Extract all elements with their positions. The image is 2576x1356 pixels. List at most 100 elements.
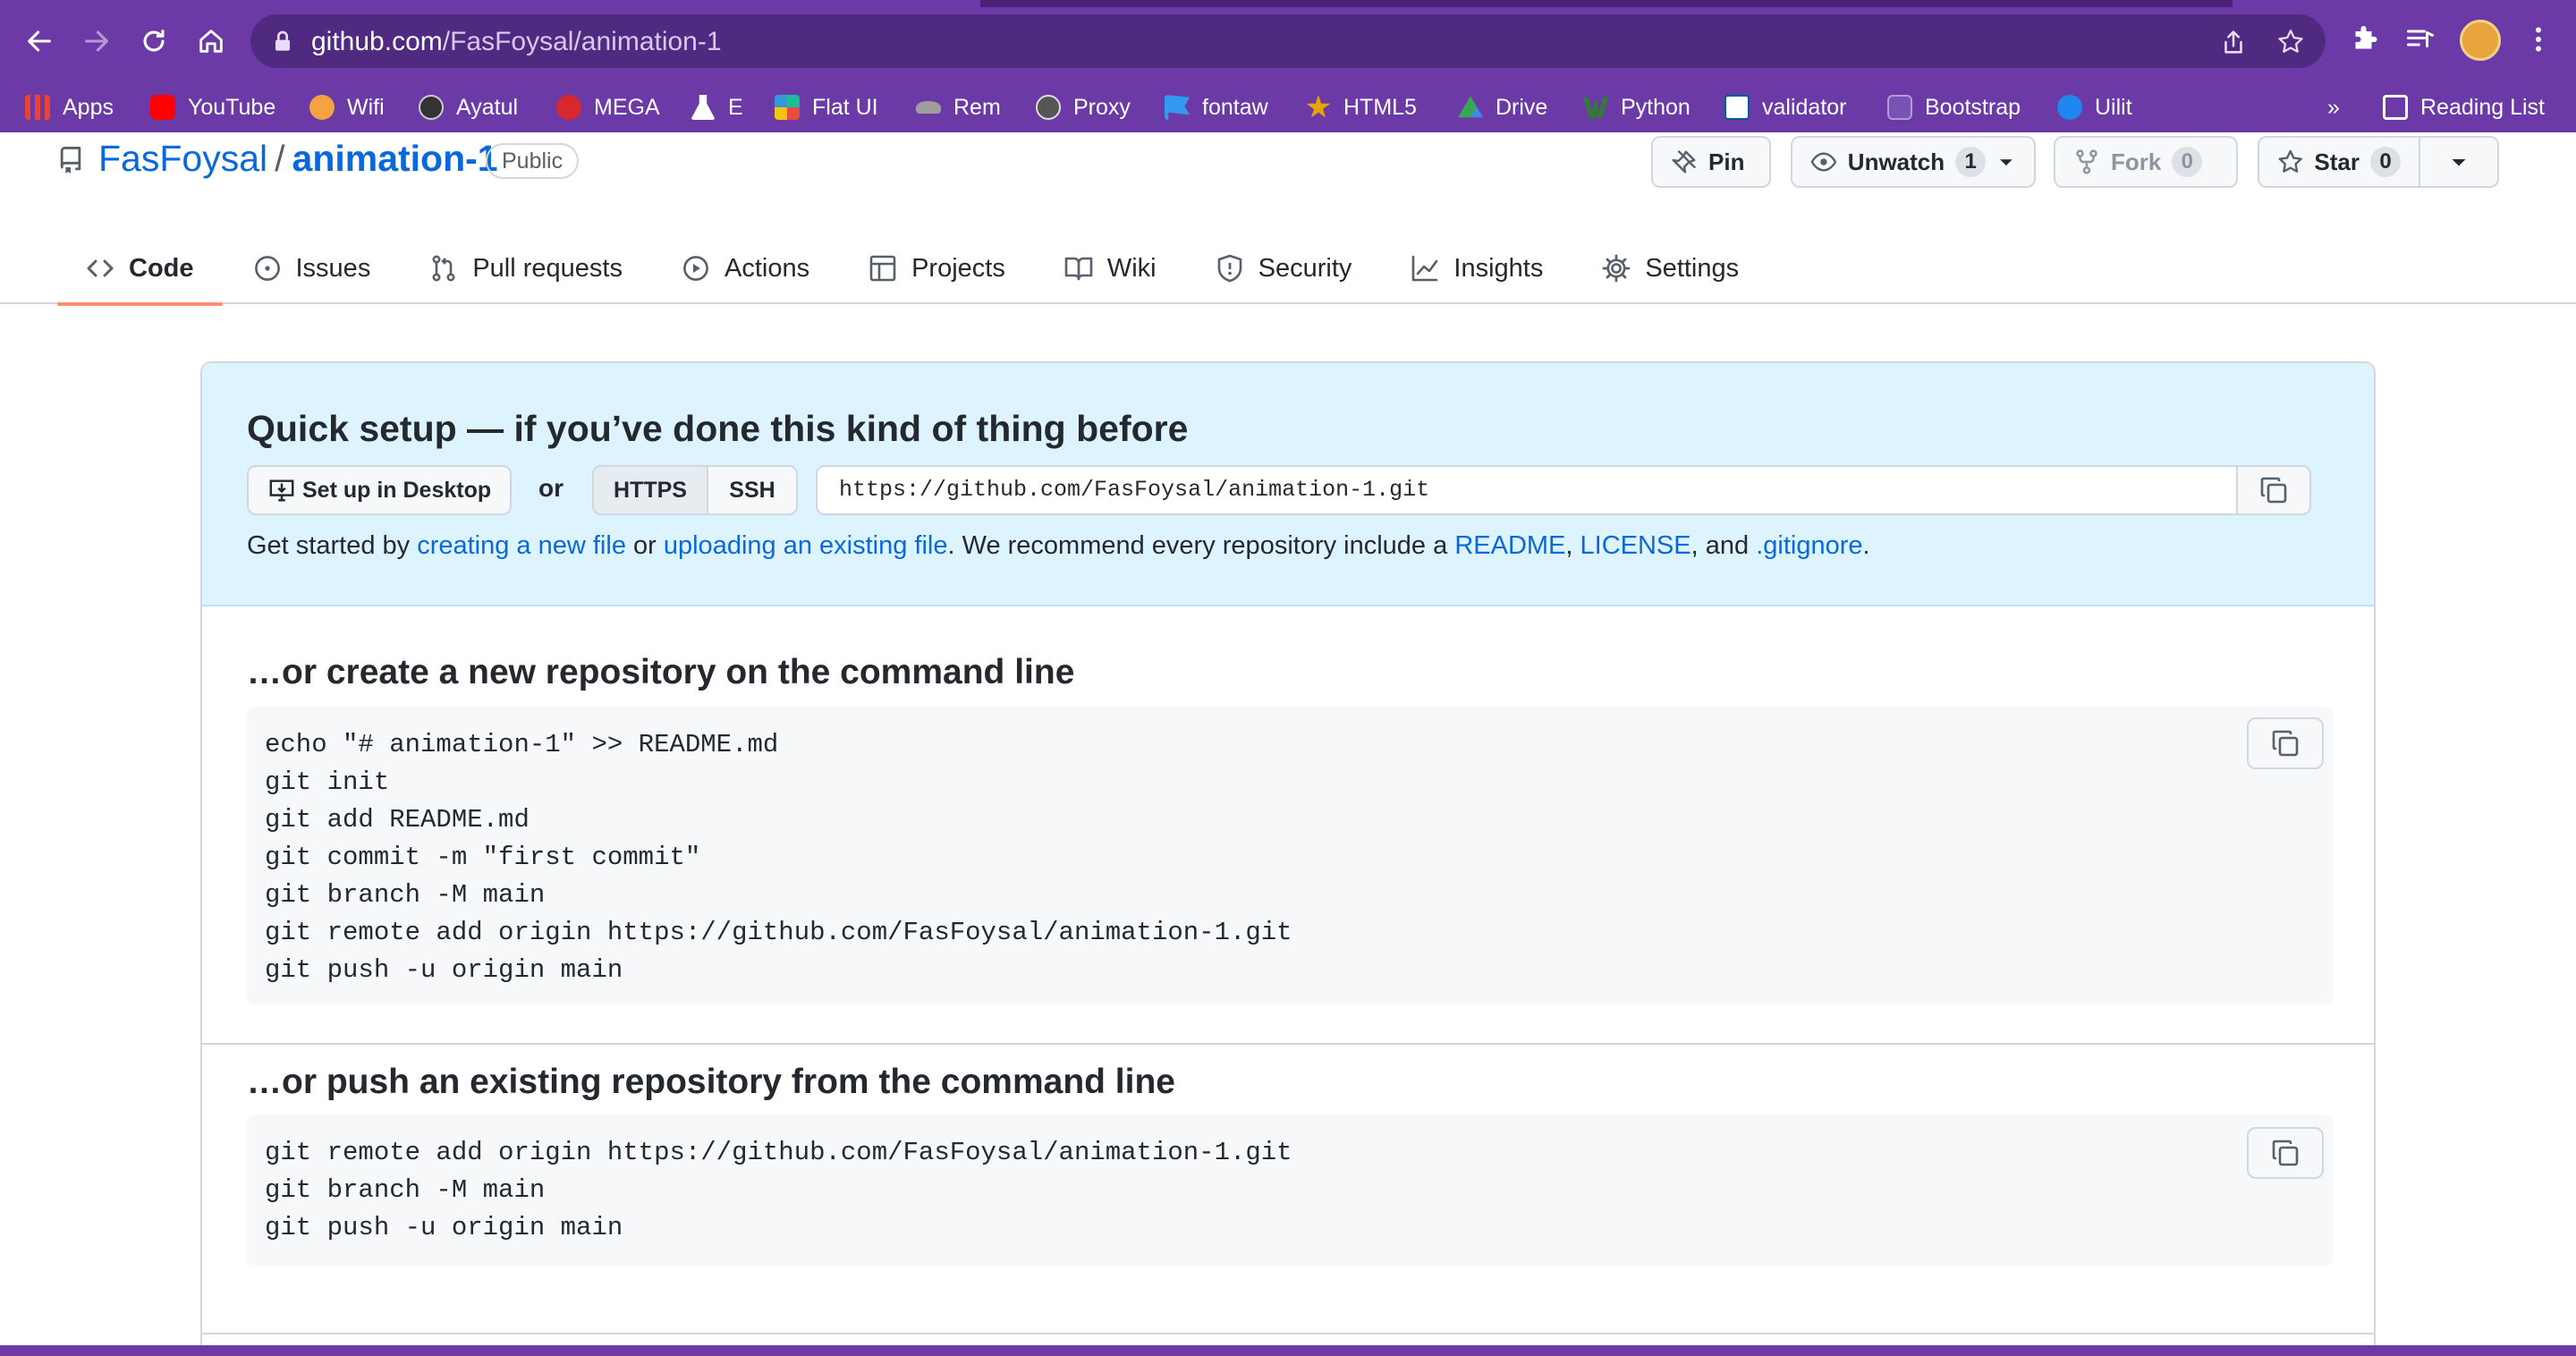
youtube-icon bbox=[150, 95, 175, 120]
fork-count: 0 bbox=[2172, 147, 2203, 177]
bookmark-rem[interactable]: Rem bbox=[916, 91, 1001, 123]
bookmark-wifi[interactable]: Wifi bbox=[309, 91, 385, 123]
home-icon bbox=[199, 30, 223, 53]
extensions-button[interactable] bbox=[2347, 21, 2383, 57]
copy-icon bbox=[2260, 477, 2287, 504]
browser-menu-button[interactable] bbox=[2521, 21, 2556, 57]
bookmark-drive[interactable]: Drive bbox=[1458, 91, 1547, 123]
repo-title: FasFoysal / animation-1 bbox=[98, 138, 498, 180]
bookmark-youtube[interactable]: YouTube bbox=[150, 91, 275, 123]
profile-avatar[interactable] bbox=[2460, 20, 2501, 61]
bootstrap-icon bbox=[1887, 95, 1912, 120]
license-link[interactable]: LICENSE bbox=[1580, 531, 1691, 560]
drive-icon bbox=[1458, 96, 1483, 118]
star-button[interactable]: Star 0 bbox=[2258, 136, 2420, 188]
bookmarks-overflow-button[interactable]: » bbox=[2327, 91, 2340, 123]
star-icon bbox=[1306, 95, 1331, 118]
push-existing-code-block: git remote add origin https://github.com… bbox=[247, 1114, 2333, 1267]
star-list-dropdown[interactable] bbox=[2419, 136, 2499, 188]
create-new-file-link[interactable]: creating a new file bbox=[417, 531, 626, 560]
media-control-button[interactable] bbox=[2402, 21, 2438, 57]
code-line: git remote add origin https://github.com… bbox=[265, 1138, 1292, 1167]
tab-security[interactable]: Security bbox=[1187, 233, 1381, 304]
ayatul-icon bbox=[419, 95, 444, 120]
https-toggle[interactable]: HTTPS bbox=[592, 465, 708, 515]
eye-icon bbox=[1810, 152, 1837, 172]
readme-link[interactable]: README bbox=[1454, 531, 1565, 560]
clone-url-input[interactable]: https://github.com/FasFoysal/animation-1… bbox=[816, 465, 2238, 515]
bookmark-uilit[interactable]: Uilit bbox=[2057, 91, 2132, 123]
tab-issues[interactable]: Issues bbox=[225, 233, 400, 304]
tab-actions[interactable]: Actions bbox=[653, 233, 838, 304]
pin-button[interactable]: Pin bbox=[1651, 136, 1771, 188]
code-line: git commit -m "first commit" bbox=[265, 843, 701, 872]
gitignore-link[interactable]: .gitignore bbox=[1756, 531, 1862, 560]
playlist-icon bbox=[2407, 30, 2434, 47]
bookmark-fontaw[interactable]: fontaw bbox=[1165, 91, 1268, 123]
empty-repo-setup-box: Quick setup — if you’ve done this kind o… bbox=[200, 361, 2376, 1356]
bookmark-mega[interactable]: MEGA bbox=[556, 91, 660, 123]
arrow-left-icon bbox=[28, 30, 51, 52]
bookmark-e[interactable]: E bbox=[691, 91, 743, 123]
repo-icon bbox=[60, 147, 81, 174]
browser-toolbar: github.com/FasFoysal/animation-1 bbox=[0, 0, 2576, 82]
graph-icon bbox=[1412, 255, 1438, 282]
bookmark-proxy[interactable]: Proxy bbox=[1036, 91, 1131, 123]
repo-nav: Code Issues Pull requests Actions Projec… bbox=[57, 233, 1769, 306]
new-repo-section: …or create a new repository on the comma… bbox=[202, 608, 2374, 1047]
bookmark-html5[interactable]: HTML5 bbox=[1306, 91, 1417, 123]
upload-existing-file-link[interactable]: uploading an existing file bbox=[664, 531, 948, 560]
bookmark-validator[interactable]: validator bbox=[1724, 91, 1847, 123]
back-button[interactable] bbox=[18, 20, 61, 63]
forward-button[interactable] bbox=[75, 20, 118, 63]
bookmark-apps[interactable]: Apps bbox=[25, 91, 114, 123]
code-line: git push -u origin main bbox=[265, 1213, 623, 1242]
shield-icon bbox=[1217, 254, 1241, 283]
watch-count: 1 bbox=[1955, 147, 1987, 177]
issue-icon bbox=[254, 256, 280, 281]
editor-status-bar bbox=[0, 1345, 2576, 1356]
get-started-text: Get started by creating a new file or up… bbox=[247, 531, 1870, 560]
desktop-download-icon bbox=[269, 479, 294, 502]
tab-strip-edge bbox=[980, 0, 2233, 7]
repo-name-link[interactable]: animation-1 bbox=[292, 138, 498, 179]
or-text: or bbox=[538, 474, 564, 502]
bookmark-python[interactable]: Python bbox=[1583, 91, 1690, 123]
quick-setup-panel: Quick setup — if you’ve done this kind o… bbox=[202, 363, 2374, 606]
bookmark-bootstrap[interactable]: Bootstrap bbox=[1887, 91, 2021, 123]
repo-owner-link[interactable]: FasFoysal bbox=[98, 138, 267, 179]
setup-in-desktop-button[interactable]: Set up in Desktop bbox=[247, 465, 512, 515]
fork-icon bbox=[2076, 149, 2097, 174]
address-bar[interactable]: github.com/FasFoysal/animation-1 bbox=[250, 14, 2326, 68]
repo-title-separator: / bbox=[275, 138, 285, 179]
unwatch-button[interactable]: Unwatch 1 bbox=[1791, 136, 2036, 188]
fork-button[interactable]: Fork 0 bbox=[2054, 136, 2238, 188]
tab-pull-requests[interactable]: Pull requests bbox=[401, 233, 651, 304]
push-existing-title: …or push an existing repository from the… bbox=[247, 1063, 1175, 1101]
new-repo-code-block: echo "# animation-1" >> README.md git in… bbox=[247, 707, 2333, 1005]
bookmark-ayatul[interactable]: Ayatul bbox=[419, 91, 518, 123]
home-button[interactable] bbox=[190, 20, 233, 63]
bookmark-star-icon[interactable] bbox=[2275, 27, 2306, 57]
flag-icon bbox=[1165, 95, 1190, 120]
lock-icon bbox=[275, 30, 290, 51]
reload-button[interactable] bbox=[132, 20, 175, 63]
python-icon bbox=[1583, 97, 1608, 119]
copy-new-repo-commands-button[interactable] bbox=[2247, 717, 2324, 769]
tab-wiki[interactable]: Wiki bbox=[1036, 233, 1185, 304]
ssh-toggle[interactable]: SSH bbox=[707, 465, 798, 515]
code-line: git branch -M main bbox=[265, 1175, 546, 1205]
reading-list-button[interactable]: Reading List bbox=[2383, 91, 2545, 123]
code-line: git add README.md bbox=[265, 805, 530, 835]
repo-header: FasFoysal / animation-1 Public Pin Unwatch… bbox=[0, 132, 2576, 306]
tab-insights[interactable]: Insights bbox=[1382, 233, 1572, 304]
tab-projects[interactable]: Projects bbox=[840, 233, 1034, 304]
bookmark-flat-ui[interactable]: Flat UI bbox=[775, 91, 878, 123]
copy-push-commands-button[interactable] bbox=[2247, 1127, 2324, 1179]
tab-code[interactable]: Code bbox=[57, 233, 223, 306]
code-line: git remote add origin https://github.com… bbox=[265, 918, 1292, 947]
share-icon[interactable] bbox=[2218, 27, 2249, 57]
mega-icon bbox=[556, 95, 581, 120]
copy-clone-url-button[interactable] bbox=[2236, 465, 2311, 515]
tab-settings[interactable]: Settings bbox=[1573, 233, 1767, 304]
